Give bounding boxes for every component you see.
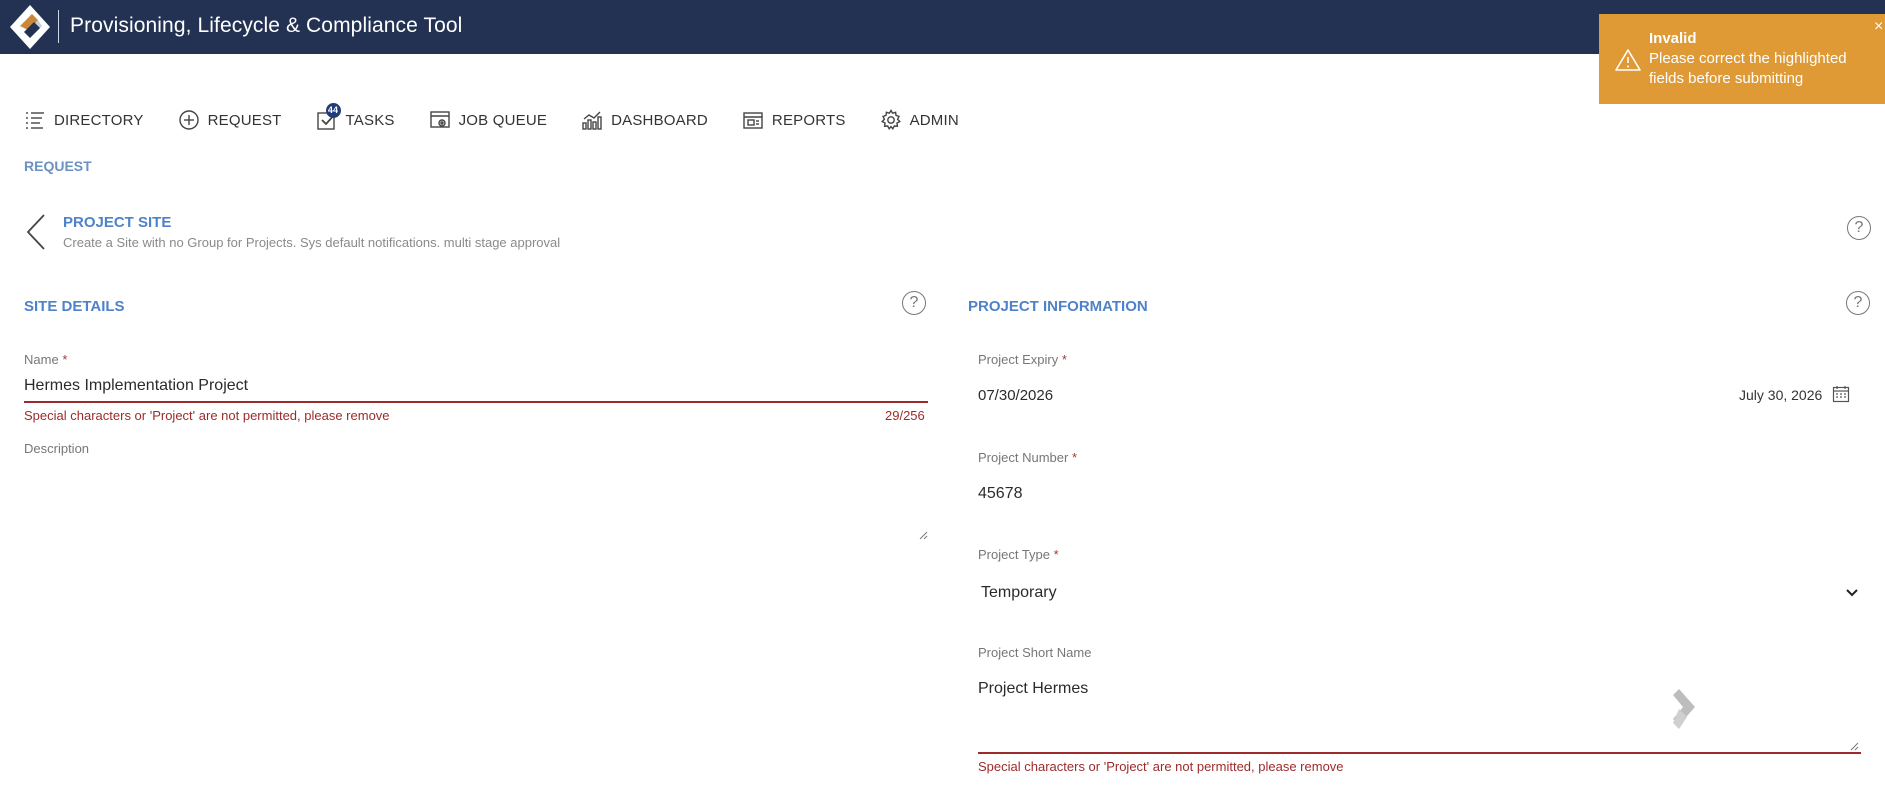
project-type-required-marker: * — [1053, 547, 1059, 562]
name-label-text: Name — [24, 352, 59, 367]
name-input-underline — [24, 401, 928, 403]
plus-circle-icon — [178, 110, 199, 130]
site-details-title: SITE DETAILS — [24, 298, 125, 315]
description-resize-handle-icon[interactable] — [918, 530, 928, 540]
nav-item-job-queue[interactable]: JOB QUEUE — [429, 108, 547, 132]
project-type-label: Project Type * — [978, 547, 1059, 562]
nav-label-admin: ADMIN — [909, 111, 959, 129]
nav-item-dashboard[interactable]: DASHBOARD — [581, 108, 708, 132]
toast-message: Please correct the highlighted fields be… — [1649, 50, 1847, 87]
nav-label-job-queue: JOB QUEUE — [458, 111, 548, 129]
nav-label-request: REQUEST — [207, 111, 282, 129]
validation-toast: Invalid Please correct the highlighted f… — [1599, 14, 1885, 104]
toast-close-button[interactable]: × — [1874, 18, 1883, 36]
project-expiry-input[interactable]: 07/30/2026 — [978, 387, 1053, 404]
breadcrumb[interactable]: REQUEST — [24, 158, 92, 174]
name-input[interactable]: Hermes Implementation Project — [24, 377, 248, 395]
short-name-resize-handle-icon[interactable] — [1849, 741, 1859, 751]
name-char-counter: 29/256 — [885, 408, 925, 423]
gear-icon — [880, 109, 901, 131]
report-icon — [743, 112, 763, 129]
name-required-marker: * — [62, 352, 68, 367]
chart-icon — [582, 111, 602, 130]
toast-title: Invalid — [1649, 30, 1697, 47]
nav-label-dashboard: DASHBOARD — [611, 111, 708, 129]
nav-item-tasks[interactable]: 44 TASKS — [316, 103, 395, 132]
calendar-icon[interactable] — [1832, 385, 1850, 403]
nav-item-directory[interactable]: DIRECTORY — [24, 108, 144, 132]
project-number-input[interactable]: 45678 — [978, 485, 1023, 503]
project-expiry-label: Project Expiry * — [978, 352, 1067, 367]
project-expiry-required-marker: * — [1061, 352, 1067, 367]
project-type-label-text: Project Type — [978, 547, 1051, 562]
window-gear-icon — [429, 111, 450, 128]
app-title: Provisioning, Lifecycle & Compliance Too… — [70, 14, 463, 37]
short-name-error-message: Special characters or 'Project' are not … — [978, 759, 1344, 774]
request-type-description: Create a Site with no Group for Projects… — [63, 235, 561, 250]
name-label: Name * — [24, 352, 67, 367]
nav-item-request[interactable]: REQUEST — [178, 108, 282, 132]
back-chevron-icon[interactable] — [25, 213, 47, 251]
project-information-title: PROJECT INFORMATION — [968, 298, 1148, 315]
project-number-required-marker: * — [1071, 450, 1077, 465]
page: Provisioning, Lifecycle & Compliance Too… — [0, 0, 1885, 804]
short-name-underline — [978, 752, 1861, 754]
main-nav: DIRECTORY REQUEST 44 TASKS JOB QUEUE DAS… — [24, 103, 993, 132]
watermark-logo-icon — [1673, 689, 1695, 729]
tasks-icon-wrap: 44 — [316, 103, 346, 131]
chevron-down-icon[interactable] — [1845, 588, 1859, 598]
page-help-icon[interactable]: ? — [1847, 216, 1871, 240]
list-icon — [26, 112, 44, 129]
nav-label-directory: DIRECTORY — [54, 111, 144, 129]
project-information-help-icon[interactable]: ? — [1846, 291, 1870, 315]
request-type-title: PROJECT SITE — [63, 214, 172, 231]
app-logo-icon[interactable] — [6, 2, 54, 52]
site-details-help-icon[interactable]: ? — [902, 291, 926, 315]
nav-item-reports[interactable]: REPORTS — [742, 108, 846, 132]
project-number-label-text: Project Number — [978, 450, 1069, 465]
description-label: Description — [24, 441, 90, 456]
description-textarea[interactable] — [24, 466, 928, 540]
nav-item-admin[interactable]: ADMIN — [880, 108, 959, 132]
tasks-badge: 44 — [325, 103, 341, 118]
project-short-name-textarea[interactable]: Project Hermes — [978, 680, 1858, 750]
project-short-name-label: Project Short Name — [978, 645, 1092, 660]
project-expiry-label-text: Project Expiry — [978, 352, 1059, 367]
nav-label-reports: REPORTS — [771, 111, 846, 129]
header-divider — [58, 10, 59, 43]
project-type-select[interactable]: Temporary — [981, 584, 1057, 602]
warning-icon — [1615, 49, 1641, 71]
name-error-message: Special characters or 'Project' are not … — [24, 408, 390, 423]
nav-label-tasks: TASKS — [345, 111, 395, 129]
project-expiry-display: July 30, 2026 — [1739, 387, 1823, 403]
project-number-label: Project Number * — [978, 450, 1077, 465]
